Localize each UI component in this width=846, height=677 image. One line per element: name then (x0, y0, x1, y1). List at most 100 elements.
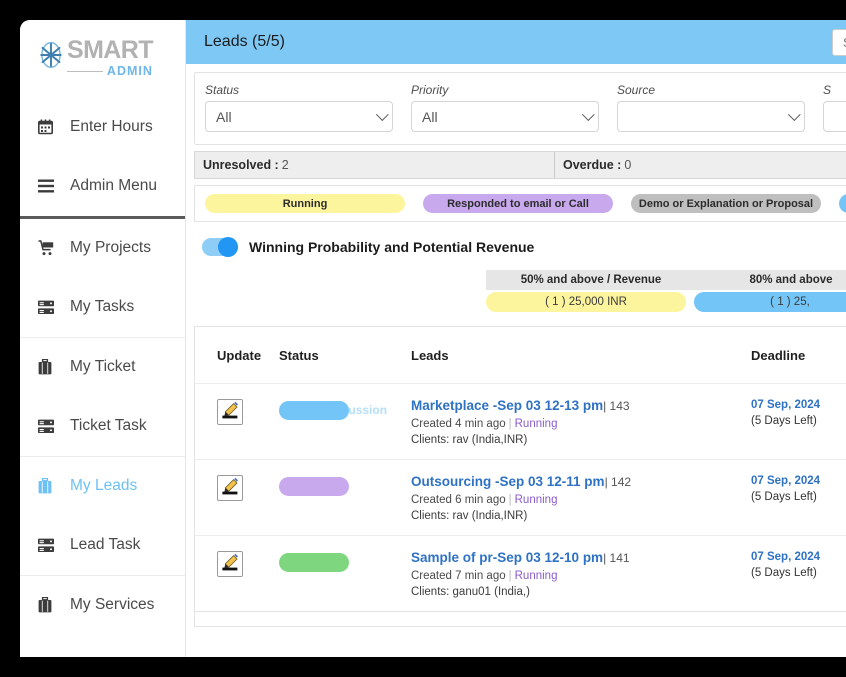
counter-overdue-value: 0 (624, 158, 632, 172)
chevron-down-icon (581, 107, 595, 121)
search-input[interactable] (841, 33, 846, 51)
leads-table-body: Pricing DiscussionMarketplace -Sep 03 12… (195, 383, 846, 611)
lead-id: | 142 (604, 475, 632, 489)
bucket-head-50: 50% and above / Revenue (520, 274, 662, 286)
main-content: Leads (5/5) StatusAllPriorityAllSourceS … (186, 20, 846, 657)
column-update: Update (217, 347, 262, 363)
deadline-date: 07 Sep, 2024 (751, 551, 821, 563)
bucket-heads: 50% and above / Revenue 80% and above (486, 270, 846, 290)
edit-lead-button[interactable] (217, 475, 243, 501)
cell-status: Pricing Discussion (279, 398, 411, 420)
filter-select[interactable]: All (411, 101, 599, 132)
sidebar-item-my-projects[interactable]: My Projects (20, 219, 185, 278)
filter-status: Status All (205, 83, 393, 132)
legend-pill-0[interactable]: Running (205, 194, 405, 213)
screenshot-root: SMART ADMIN Enter Hours Admin Menu My Proj… (0, 0, 846, 677)
sidebar-item-my-leads[interactable]: My Leads (20, 457, 185, 516)
status-legend: Running Responded to email or Call Demo or… (194, 185, 846, 222)
filter-select[interactable] (823, 101, 846, 132)
sidebar-item-my-tasks[interactable]: My Tasks (20, 278, 185, 337)
cell-deadline: 07 Sep, 2024 (5 Days Left) (751, 474, 846, 503)
deadline-date: 07 Sep, 2024 (751, 399, 821, 411)
filter-select[interactable]: All (205, 101, 393, 132)
lead-state: Running (514, 418, 558, 430)
lead-clients: Clients: ganu01 (India,) (411, 586, 530, 598)
deadline-days-left: (5 Days Left) (751, 415, 817, 427)
sidebar-item-label: Admin Menu (70, 177, 158, 194)
filter-select[interactable] (617, 101, 805, 132)
sidebar-item-label: My Leads (70, 477, 138, 494)
status-badge[interactable] (279, 553, 349, 572)
sidebar-item-enter-hours[interactable]: Enter Hours (20, 98, 185, 157)
meta-separator: | (508, 418, 512, 430)
page-header: Leads (5/5) (186, 20, 846, 64)
cell-leads: Outsourcing -Sep 03 12-11 pm| 142 Created… (411, 474, 751, 522)
lead-title-text: Sample of pr-Sep 03 12-10 pm (411, 550, 604, 565)
deadline-date: 07 Sep, 2024 (751, 475, 821, 487)
bucket-bar-50[interactable]: ( 1 ) 25,000 INR (486, 292, 686, 312)
cell-status (279, 474, 411, 496)
cell-update (217, 474, 279, 501)
sidebar-nav: Enter Hours Admin Menu My Projects My Tasks… (20, 98, 185, 635)
hamburger-icon (38, 179, 60, 193)
lead-id: | 143 (603, 399, 630, 413)
filter-priority: Priority All (411, 83, 599, 132)
sidebar-item-my-services[interactable]: My Services (20, 576, 185, 635)
leads-table: Update Status Leads Deadline Pricing Dis… (194, 326, 846, 611)
lead-title-link[interactable]: Marketplace -Sep 03 12-13 pm| 143 (411, 398, 751, 413)
sidebar-item-label: My Tasks (70, 298, 135, 315)
sidebar-item-admin-menu[interactable]: Admin Menu (20, 157, 185, 216)
pencil-edit-icon (221, 401, 239, 423)
legend-pill-1[interactable]: Responded to email or Call (423, 194, 613, 213)
filter-s: S (823, 83, 846, 132)
lead-created: Created 6 min ago (411, 494, 506, 506)
legend-pill-3[interactable] (839, 194, 846, 213)
pencil-edit-icon (221, 477, 239, 499)
lead-state: Running (514, 494, 558, 506)
bucket-bar-80[interactable]: ( 1 ) 25, (694, 292, 846, 312)
meta-separator: | (508, 494, 512, 506)
bucket-head-80: 80% and above (749, 274, 833, 286)
deadline-days-left: (5 Days Left) (751, 567, 817, 579)
sidebar-item-my-ticket[interactable]: My Ticket (20, 338, 185, 397)
cell-deadline: 07 Sep, 2024 (5 Days Left) (751, 550, 846, 579)
counter-overdue-label: Overdue : (563, 158, 622, 172)
legend-pill-2[interactable]: Demo or Explanation or Proposal (631, 194, 821, 213)
filter-label: Source (617, 83, 656, 97)
sidebar-item-label: Ticket Task (70, 417, 147, 434)
sidebar-item-lead-task[interactable]: Lead Task (20, 516, 185, 575)
search-box[interactable] (832, 28, 846, 56)
filter-label: Priority (411, 83, 449, 97)
winning-probability-switch[interactable] (202, 237, 238, 257)
switch-knob (218, 237, 238, 257)
counter-unresolved-value: 2 (281, 158, 289, 172)
briefcase-icon (38, 478, 60, 494)
app-window: SMART ADMIN Enter Hours Admin Menu My Proj… (20, 20, 846, 657)
counter-overdue: Overdue : 0 (555, 152, 846, 178)
lead-meta: Created 4 min ago | Running (411, 418, 751, 430)
status-badge[interactable] (279, 401, 349, 420)
sidebar-item-label: Enter Hours (70, 118, 153, 135)
status-badge[interactable] (279, 477, 349, 496)
sidebar-item-ticket-task[interactable]: Ticket Task (20, 397, 185, 456)
revenue-buckets: 50% and above / Revenue 80% and above ( … (486, 270, 846, 312)
chevron-down-icon (787, 107, 801, 121)
edit-lead-button[interactable] (217, 551, 243, 577)
column-status: Status (279, 347, 319, 363)
table-row: Outsourcing -Sep 03 12-11 pm| 142 Created… (195, 459, 846, 535)
server-icon (38, 419, 60, 434)
sidebar-item-label: My Ticket (70, 358, 136, 375)
edit-lead-button[interactable] (217, 399, 243, 425)
lead-title-link[interactable]: Outsourcing -Sep 03 12-11 pm| 142 (411, 474, 751, 489)
meta-separator: | (508, 570, 512, 582)
winning-probability-toggle-row: Winning Probability and Potential Revenu… (202, 237, 846, 257)
winning-probability-label: Winning Probability and Potential Revenu… (249, 239, 535, 255)
lead-title-link[interactable]: Sample of pr-Sep 03 12-10 pm| 141 (411, 550, 751, 565)
lead-created: Created 7 min ago (411, 570, 506, 582)
pencil-edit-icon (221, 553, 239, 575)
counter-unresolved: Unresolved : 2 (195, 152, 555, 178)
counter-unresolved-label: Unresolved : (203, 158, 279, 172)
cell-leads: Sample of pr-Sep 03 12-10 pm| 141 Created… (411, 550, 751, 598)
leads-table-header: Update Status Leads Deadline (195, 327, 846, 383)
lead-clients: Clients: rav (India,INR) (411, 510, 528, 522)
